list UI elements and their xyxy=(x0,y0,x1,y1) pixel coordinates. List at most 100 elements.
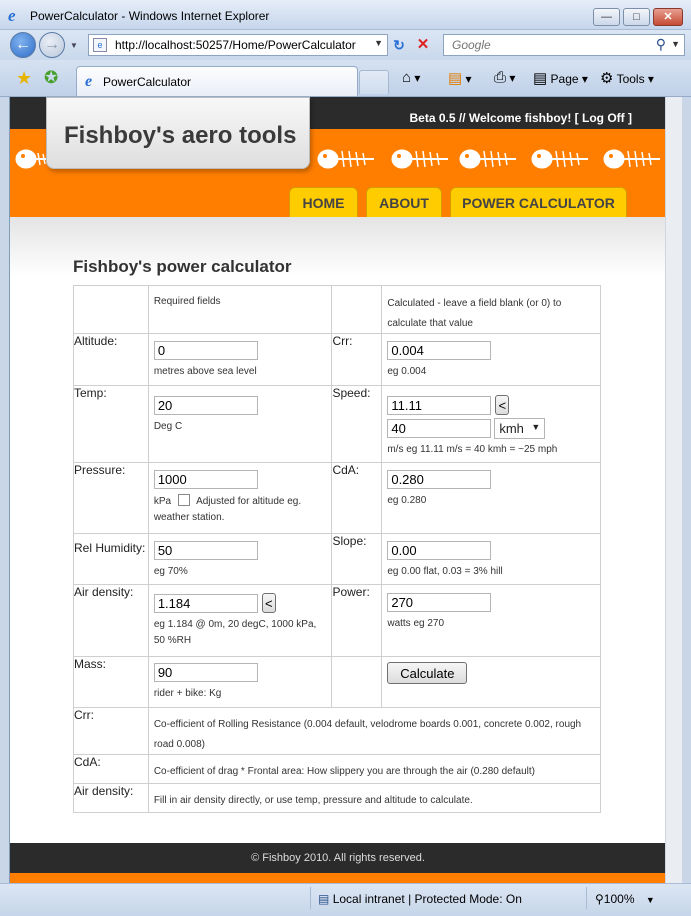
page-menu[interactable]: ▤ Page ▾ xyxy=(533,69,588,87)
window-title: PowerCalculator - Windows Internet Explo… xyxy=(30,9,270,23)
pressure-adjusted-checkbox[interactable] xyxy=(177,494,190,506)
speed-unit-input[interactable] xyxy=(387,419,492,438)
humidity-input[interactable] xyxy=(153,541,258,560)
add-favorites-icon[interactable]: ✪ xyxy=(44,68,58,88)
power-hint: watts eg 270 xyxy=(387,618,445,629)
gear-icon: ⚙ xyxy=(600,70,614,87)
cda-hint: eg 0.280 xyxy=(387,495,427,506)
table-row: Crr: Co-efficient of Rolling Resistance … xyxy=(73,707,602,755)
search-box[interactable]: ⚲ ▼ xyxy=(443,34,685,56)
nav-home[interactable]: HOME xyxy=(289,187,358,217)
calculate-button[interactable]: Calculate xyxy=(387,662,468,684)
address-input[interactable] xyxy=(113,37,363,53)
altitude-label: Altitude: xyxy=(74,334,118,348)
stop-icon[interactable]: ✕ xyxy=(414,36,432,54)
table-row: Temp: Deg C Speed: < kmh ▼ xyxy=(73,385,601,463)
crr-input[interactable] xyxy=(387,341,492,360)
mass-input[interactable] xyxy=(153,663,258,682)
login-display: Beta 0.5 // Welcome fishboy! [ Log Off ] xyxy=(410,111,633,125)
close-button[interactable]: ✕ xyxy=(653,8,683,26)
forward-button[interactable]: → xyxy=(39,32,65,58)
tools-menu-label: Tools xyxy=(616,72,645,86)
cda-input[interactable] xyxy=(387,470,492,489)
status-divider xyxy=(586,887,587,909)
power-input[interactable] xyxy=(387,593,492,612)
note-term: Air density: xyxy=(74,784,134,798)
slope-input[interactable] xyxy=(387,541,492,560)
note-term: CdA: xyxy=(74,755,101,769)
density-input[interactable] xyxy=(153,593,258,613)
crr-label: Crr: xyxy=(332,334,353,348)
tools-menu[interactable]: ⚙ Tools ▾ xyxy=(600,69,654,87)
history-dropdown-icon[interactable]: ▼ xyxy=(70,41,78,50)
humidity-hint: eg 70% xyxy=(153,566,188,577)
altitude-input[interactable] xyxy=(153,341,258,360)
page-title: Fishboy's power calculator xyxy=(73,257,292,276)
zoom-dropdown-icon: ▼ xyxy=(645,895,655,905)
logoff-link[interactable]: Log Off xyxy=(582,111,625,125)
speed-hint: m/s eg 11.11 m/s = 40 kmh = ~25 mph xyxy=(387,444,558,455)
fish-skeleton-icon xyxy=(603,149,660,169)
speed-unit-select[interactable]: kmh ▼ xyxy=(494,418,546,439)
address-bar[interactable]: e ▼ xyxy=(88,34,388,56)
zoom-level[interactable]: ⚲100% ▼ xyxy=(595,892,655,906)
window-titlebar: e PowerCalculator - Windows Internet Exp… xyxy=(0,0,691,30)
security-zone[interactable]: ▤ Local intranet | Protected Mode: On xyxy=(318,892,522,906)
required-fields-header: Required fields xyxy=(153,296,221,307)
back-button[interactable]: ← xyxy=(10,32,36,58)
address-dropdown-icon[interactable]: ▼ xyxy=(374,38,383,48)
home-icon[interactable]: ⌂ ▾ xyxy=(402,69,420,86)
slope-hint: eg 0.00 flat, 0.03 = 3% hill xyxy=(387,566,503,577)
page-menu-label: Page xyxy=(550,72,579,86)
temp-hint: Deg C xyxy=(153,421,183,432)
search-input[interactable] xyxy=(450,37,640,53)
calculated-fields-header: Calculated - leave a field blank (or 0) … xyxy=(387,298,562,329)
crr-hint: eg 0.004 xyxy=(387,366,427,377)
maximize-button[interactable]: □ xyxy=(623,8,650,26)
minimize-button[interactable]: — xyxy=(593,8,620,26)
status-bar: ▤ Local intranet | Protected Mode: On ⚲1… xyxy=(0,883,691,916)
site-footer: © Fishboy 2010. All rights reserved. xyxy=(10,843,665,873)
site-title: Fishboy's aero tools xyxy=(64,122,297,149)
temp-label: Temp: xyxy=(74,386,107,400)
new-tab-button[interactable] xyxy=(359,70,389,94)
empty-cell xyxy=(331,656,383,708)
temp-input[interactable] xyxy=(153,396,258,415)
pressure-input[interactable] xyxy=(153,470,258,489)
pressure-hint: Adjusted for altitude eg. weather statio… xyxy=(153,496,302,523)
pressure-label: Pressure: xyxy=(74,463,126,477)
favorites-star-icon[interactable]: ★ xyxy=(16,68,32,89)
table-row: Altitude: metres above sea level Crr: eg… xyxy=(73,333,601,386)
search-icon[interactable]: ⚲ xyxy=(656,36,666,53)
tab-title: PowerCalculator xyxy=(103,75,192,89)
pressure-unit: kPa xyxy=(153,496,172,507)
zoom-text: 100% xyxy=(603,892,635,906)
speed-convert-button[interactable]: < xyxy=(495,395,510,415)
density-label: Air density: xyxy=(74,585,134,599)
site-logo-box: Fishboy's aero tools xyxy=(46,97,310,169)
table-row: Air density: < eg 1.184 @ 0m, 20 degC, 1… xyxy=(73,584,601,657)
feeds-icon[interactable]: ▤ ▾ xyxy=(448,69,472,87)
vertical-scrollbar[interactable] xyxy=(665,97,682,883)
humidity-label: Rel Humidity: xyxy=(74,541,146,555)
page-viewport: Beta 0.5 // Welcome fishboy! [ Log Off ]… xyxy=(9,97,665,883)
nav-about[interactable]: ABOUT xyxy=(366,187,442,217)
note-description: Co-efficient of drag * Frontal area: How… xyxy=(153,766,535,777)
mass-hint: rider + bike: Kg xyxy=(153,688,222,699)
power-label: Power: xyxy=(332,585,370,599)
search-dropdown-icon[interactable]: ▼ xyxy=(671,39,680,49)
footer-strip xyxy=(10,873,665,883)
fish-skeleton-icon xyxy=(317,149,374,169)
fish-skeleton-icon xyxy=(15,149,48,169)
empty-cell xyxy=(331,285,383,334)
density-calc-button[interactable]: < xyxy=(261,593,276,613)
print-icon[interactable]: ⎙ ▾ xyxy=(494,69,515,86)
main-content: Fishboy's power calculator Required fiel… xyxy=(10,217,665,843)
table-row: Mass: rider + bike: Kg Calculate xyxy=(73,656,601,708)
table-row: Rel Humidity: eg 70% Slope: eg 0.00 flat… xyxy=(73,533,601,585)
altitude-hint: metres above sea level xyxy=(153,366,257,377)
nav-power-calculator[interactable]: POWER CALCULATOR xyxy=(450,187,627,217)
refresh-icon[interactable]: ↻ xyxy=(390,36,408,54)
speed-ms-input[interactable] xyxy=(387,395,492,415)
tab-powercalculator[interactable]: e PowerCalculator xyxy=(76,66,358,96)
